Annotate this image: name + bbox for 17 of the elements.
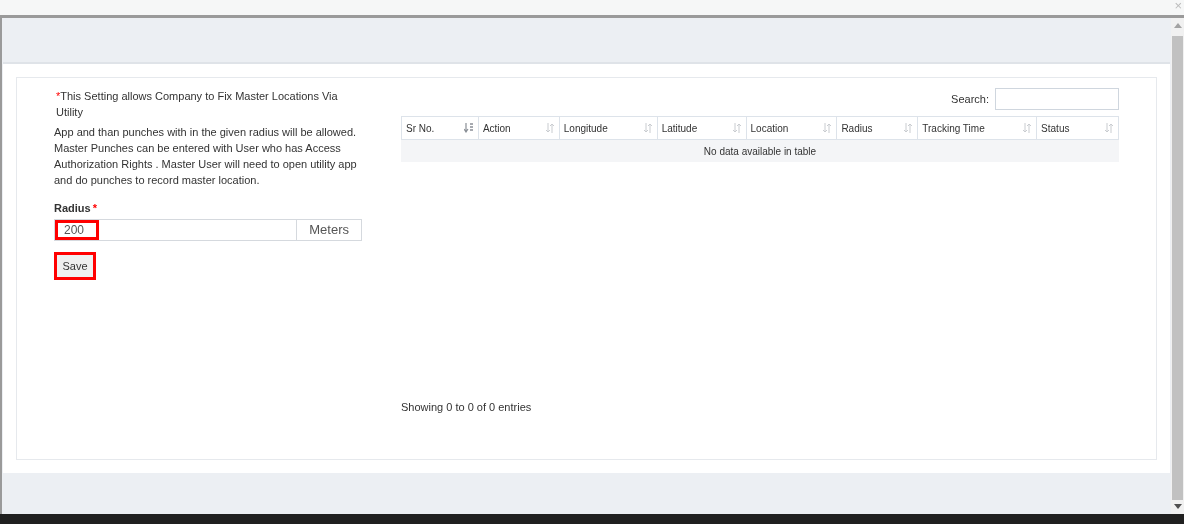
save-button[interactable]: Save bbox=[54, 252, 96, 280]
column-header[interactable]: Longitude bbox=[558, 117, 657, 139]
unit-label: Meters bbox=[296, 220, 361, 240]
column-header[interactable]: Sr No. bbox=[402, 117, 478, 139]
column-header[interactable]: Radius bbox=[836, 117, 918, 139]
column-header[interactable]: Location bbox=[745, 117, 837, 139]
column-header[interactable]: Latitude bbox=[656, 117, 746, 139]
setting-note: *This Setting allows Company to Fix Master Locations Via Utility bbox=[55, 89, 339, 120]
column-header[interactable]: Action bbox=[477, 117, 559, 139]
search-label: Search: bbox=[951, 91, 989, 107]
entries-info: Showing 0 to 0 of 0 entries bbox=[401, 400, 533, 415]
radius-label: Radius * bbox=[54, 201, 98, 216]
radius-input[interactable]: 200 bbox=[55, 220, 99, 240]
empty-table-row: No data available in table bbox=[401, 140, 1119, 162]
column-header[interactable]: Status bbox=[1036, 117, 1118, 139]
column-header[interactable]: Tracking Time bbox=[917, 117, 1037, 139]
setting-description: App and than punches with in the given radius will be allowed. Master Punches can be entered with User who has Access Authorization Rights . Master User will need to open utility app and do punches to record master location. bbox=[54, 125, 358, 188]
